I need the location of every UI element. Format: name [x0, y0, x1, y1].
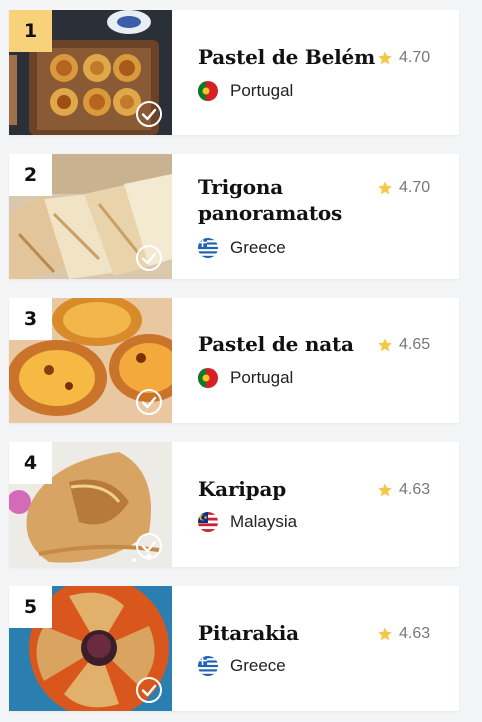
star-icon	[378, 51, 392, 65]
rating-value: 4.63	[399, 625, 431, 642]
rank-badge: 2	[9, 154, 52, 196]
country[interactable]: Greece	[198, 654, 286, 678]
list-item[interactable]: 1 Pastel de Belém 4.70 Portugal	[9, 10, 459, 135]
dish-title[interactable]: Pastel de nata	[198, 331, 378, 357]
check-circle-icon[interactable]	[135, 676, 163, 704]
greece-flag-icon	[198, 238, 218, 258]
rating-value: 4.65	[399, 336, 431, 353]
dish-title[interactable]: Karipap	[198, 476, 378, 502]
rating-value: 4.63	[399, 481, 431, 498]
rating: 4.63	[377, 622, 457, 646]
check-circle-icon[interactable]	[135, 244, 163, 272]
check-circle-icon[interactable]	[135, 100, 163, 128]
country[interactable]: Malaysia	[198, 510, 297, 534]
portugal-flag-icon	[198, 81, 218, 101]
dish-ranking-list: 1 Pastel de Belém 4.70 Portugal 2 Trigon…	[0, 0, 482, 722]
rating: 4.70	[377, 46, 457, 70]
country-name: Greece	[230, 238, 286, 257]
list-item[interactable]: 2 Trigona panoramatos 4.70 Greece	[9, 154, 459, 279]
rank-badge: 1	[9, 10, 52, 52]
star-icon	[378, 338, 392, 352]
country[interactable]: Portugal	[198, 366, 293, 390]
country-name: Greece	[230, 656, 286, 675]
country[interactable]: Portugal	[198, 79, 293, 103]
dish-title[interactable]: Pastel de Belém	[198, 44, 378, 70]
country-name: Portugal	[230, 81, 294, 100]
check-circle-icon[interactable]	[135, 388, 163, 416]
rating: 4.63	[377, 478, 457, 502]
rating-value: 4.70	[399, 49, 431, 66]
rank-badge: 5	[9, 586, 52, 628]
portugal-flag-icon	[198, 368, 218, 388]
star-icon	[378, 483, 392, 497]
greece-flag-icon	[198, 656, 218, 676]
dish-title[interactable]: Pitarakia	[198, 620, 378, 646]
rating: 4.65	[377, 333, 457, 357]
list-item[interactable]: 5 Pitarakia 4.63 Greece	[9, 586, 459, 711]
country-name: Malaysia	[230, 512, 298, 531]
star-icon	[378, 627, 392, 641]
country-name: Portugal	[230, 368, 294, 387]
check-circle-icon[interactable]	[135, 532, 163, 560]
malaysia-flag-icon	[198, 512, 218, 532]
dish-title[interactable]: Trigona panoramatos	[198, 174, 378, 226]
rank-badge: 4	[9, 442, 52, 484]
country[interactable]: Greece	[198, 236, 286, 260]
rating-value: 4.70	[399, 179, 431, 196]
rank-badge: 3	[9, 298, 52, 340]
star-icon	[378, 181, 392, 195]
rating: 4.70	[377, 176, 457, 200]
list-item[interactable]: 4 Karipap 4.63 Malaysia	[9, 442, 459, 567]
list-item[interactable]: 3 Pastel de nata 4.65 Portugal	[9, 298, 459, 423]
